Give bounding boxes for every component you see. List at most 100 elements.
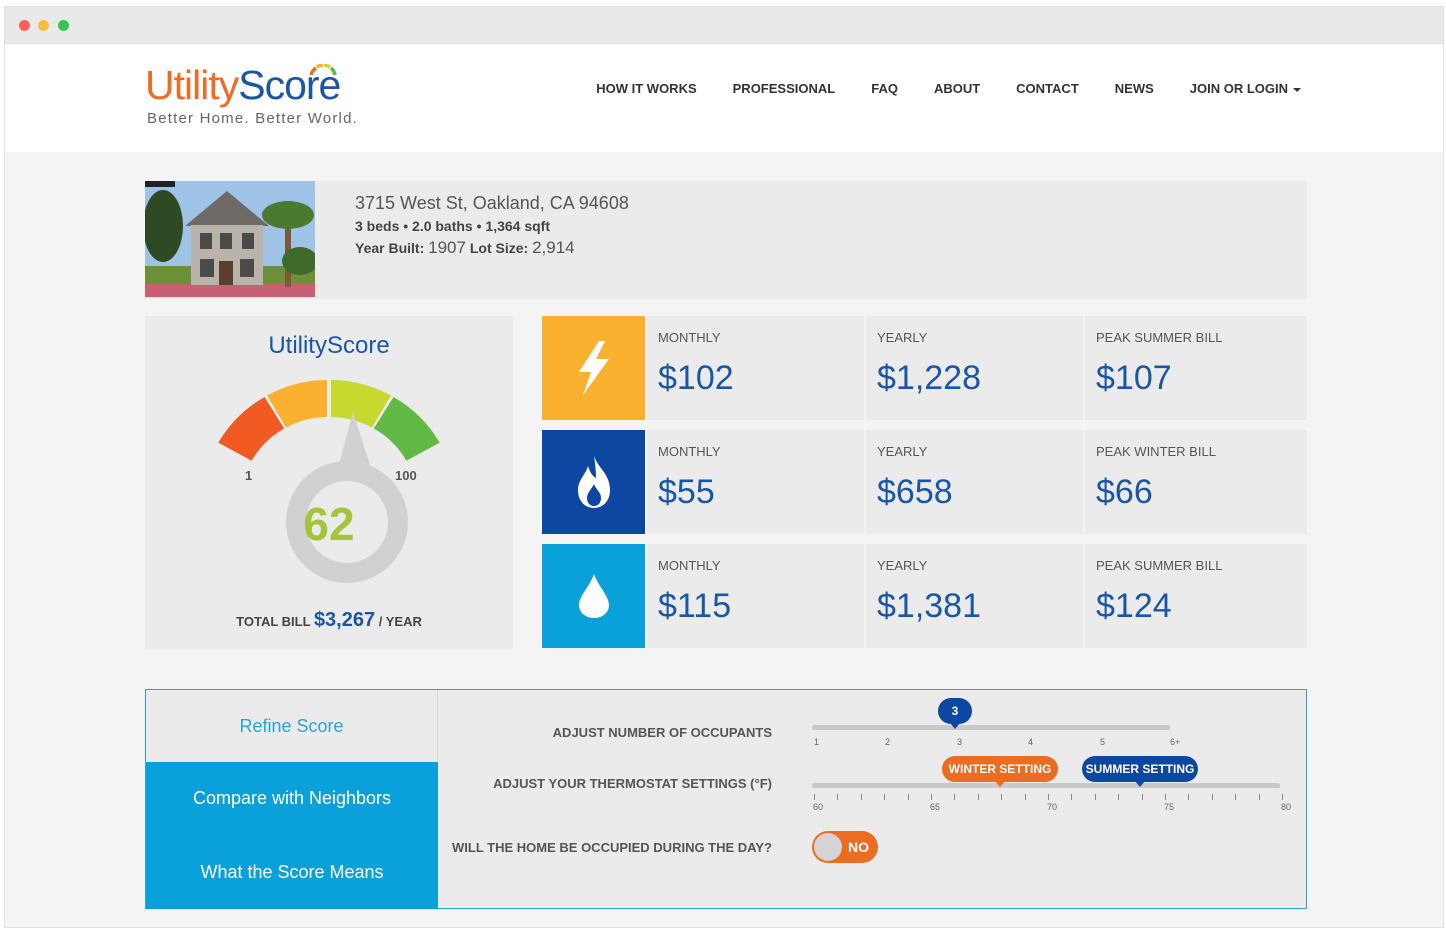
nav-join-login[interactable]: JOIN OR LOGIN — [1190, 81, 1301, 96]
maximize-window-button[interactable] — [58, 20, 69, 31]
lightning-icon — [578, 341, 609, 395]
nav-join-login-label: JOIN OR LOGIN — [1189, 81, 1288, 96]
toggle-knob — [814, 833, 842, 861]
electric-monthly: MONTHLY $102 — [647, 316, 864, 420]
gas-peak-value: $66 — [1096, 473, 1153, 511]
main-nav: HOW IT WORKS PROFESSIONAL FAQ ABOUT CONT… — [596, 81, 1301, 96]
water-yearly-value: $1,381 — [877, 587, 981, 625]
thermostat-tick — [1235, 794, 1237, 800]
nav-contact[interactable]: CONTACT — [1016, 81, 1079, 96]
tab-score-meaning[interactable]: What the Score Means — [146, 862, 438, 883]
gas-row: MONTHLY $55 YEARLY $658 PEAK WINTER BILL… — [542, 430, 1307, 534]
utility-score-card: UtilityScore 1 100 62 TOTAL BILL $3,267 … — [145, 316, 513, 649]
thermostat-tick — [1118, 794, 1120, 800]
tab-compare-neighbors[interactable]: Compare with Neighbors — [146, 788, 438, 809]
thermostat-tick — [1141, 794, 1143, 800]
toggle-value: NO — [848, 839, 869, 855]
thermostat-tick — [1211, 794, 1213, 800]
nav-how-it-works[interactable]: HOW IT WORKS — [596, 81, 696, 96]
thermostat-tick — [814, 794, 815, 800]
nav-about[interactable]: ABOUT — [934, 81, 980, 96]
close-window-button[interactable] — [19, 20, 30, 31]
electric-monthly-label: MONTHLY — [658, 330, 721, 345]
thermostat-tick — [954, 794, 956, 800]
occupants-slider-track[interactable] — [812, 725, 1170, 730]
water-tile — [542, 544, 645, 648]
thermostat-tick — [977, 794, 979, 800]
tab-refine-score[interactable]: Refine Score — [146, 690, 438, 762]
thermostat-tick — [837, 794, 839, 800]
water-monthly-value: $115 — [658, 587, 732, 625]
gauge-min-label: 1 — [245, 468, 253, 483]
occupants-tick: 4 — [1028, 737, 1034, 747]
water-monthly-label: MONTHLY — [658, 558, 721, 573]
refine-score-panel: Refine Score Compare with Neighbors What… — [145, 689, 1307, 909]
lot-size-value: 2,914 — [532, 238, 575, 257]
site-logo[interactable]: UtilityScore Better Home. Better World. — [145, 62, 358, 127]
nav-news[interactable]: NEWS — [1115, 81, 1154, 96]
occupants-tick: 1 — [814, 737, 820, 747]
thermostat-tick — [907, 794, 909, 800]
gauge-max-label: 100 — [395, 468, 417, 483]
property-year-lot: Year Built: 1907 Lot Size: 2,914 — [355, 238, 629, 258]
occupied-toggle[interactable]: NO — [812, 831, 878, 863]
water-drop-icon — [578, 574, 609, 618]
electric-peak-label: PEAK SUMMER BILL — [1096, 330, 1223, 345]
electric-yearly: YEARLY $1,228 — [866, 316, 1083, 420]
nav-professional[interactable]: PROFESSIONAL — [733, 81, 836, 96]
electric-monthly-value: $102 — [658, 359, 734, 397]
water-peak-label: PEAK SUMMER BILL — [1096, 558, 1223, 573]
thermostat-tick — [1094, 794, 1096, 800]
thermostat-tick — [1258, 794, 1260, 800]
thermostat-tick — [860, 794, 862, 800]
refine-tabs: Refine Score Compare with Neighbors What… — [146, 690, 438, 909]
tab-group-blue: Compare with Neighbors What the Score Me… — [146, 762, 438, 909]
thermostat-tick — [1282, 794, 1283, 800]
occupied-label: WILL THE HOME BE OCCUPIED DURING THE DAY… — [452, 840, 772, 855]
electric-peak-value: $107 — [1096, 359, 1172, 397]
house-photo — [145, 181, 315, 297]
summer-setting-handle[interactable]: SUMMER SETTING — [1082, 756, 1198, 787]
logo-tagline: Better Home. Better World. — [147, 110, 358, 127]
thermostat-tick — [1071, 794, 1073, 800]
score-value: 62 — [303, 498, 355, 550]
electric-row: MONTHLY $102 YEARLY $1,228 PEAK SUMMER B… — [542, 316, 1307, 420]
thermostat-tick — [884, 794, 886, 800]
window-titlebar — [5, 7, 1443, 44]
water-yearly-label: YEARLY — [877, 558, 928, 573]
total-bill: TOTAL BILL $3,267 / YEAR — [145, 609, 513, 632]
property-info: 3715 West St, Oakland, CA 94608 3 beds •… — [355, 193, 629, 262]
house-illustration — [145, 181, 315, 297]
occupants-tick: 2 — [885, 737, 891, 747]
total-bill-label: TOTAL BILL — [236, 614, 311, 629]
water-yearly: YEARLY $1,381 — [866, 544, 1083, 648]
gas-peak-label: PEAK WINTER BILL — [1096, 444, 1216, 459]
thermostat-tick-label: 75 — [1164, 802, 1175, 812]
electric-peak: PEAK SUMMER BILL $107 — [1085, 316, 1307, 420]
water-peak-value: $124 — [1096, 587, 1172, 625]
thermostat-slider-track[interactable] — [812, 783, 1280, 788]
winter-setting-handle[interactable]: WINTER SETTING — [942, 756, 1058, 787]
property-address: 3715 West St, Oakland, CA 94608 — [355, 193, 629, 213]
occupants-tick: 3 — [957, 737, 963, 747]
minimize-window-button[interactable] — [38, 20, 49, 31]
gas-peak: PEAK WINTER BILL $66 — [1085, 430, 1307, 534]
gas-monthly-value: $55 — [658, 473, 715, 511]
water-monthly: MONTHLY $115 — [647, 544, 864, 648]
total-bill-amount: $3,267 — [313, 609, 376, 631]
gas-yearly: YEARLY $658 — [866, 430, 1083, 534]
thermostat-label: ADJUST YOUR THERMOSTAT SETTINGS (°F) — [493, 776, 772, 791]
electric-tile — [542, 316, 645, 420]
thermostat-tick — [1024, 794, 1026, 800]
gas-yearly-label: YEARLY — [877, 444, 928, 459]
occupants-tick: 6+ — [1170, 737, 1181, 747]
property-specs: 3 beds • 2.0 baths • 1,364 sqft — [355, 218, 550, 234]
thermostat-tick — [1048, 794, 1049, 800]
property-card: 3715 West St, Oakland, CA 94608 3 beds •… — [145, 181, 1307, 299]
gas-monthly: MONTHLY $55 — [647, 430, 864, 534]
thermostat-tick-label: 60 — [813, 802, 824, 812]
nav-faq[interactable]: FAQ — [871, 81, 898, 96]
occupants-label: ADJUST NUMBER OF OCCUPANTS — [552, 725, 772, 740]
logo-arc-icon — [309, 64, 337, 76]
occupants-slider-handle[interactable]: 3 — [938, 698, 972, 729]
